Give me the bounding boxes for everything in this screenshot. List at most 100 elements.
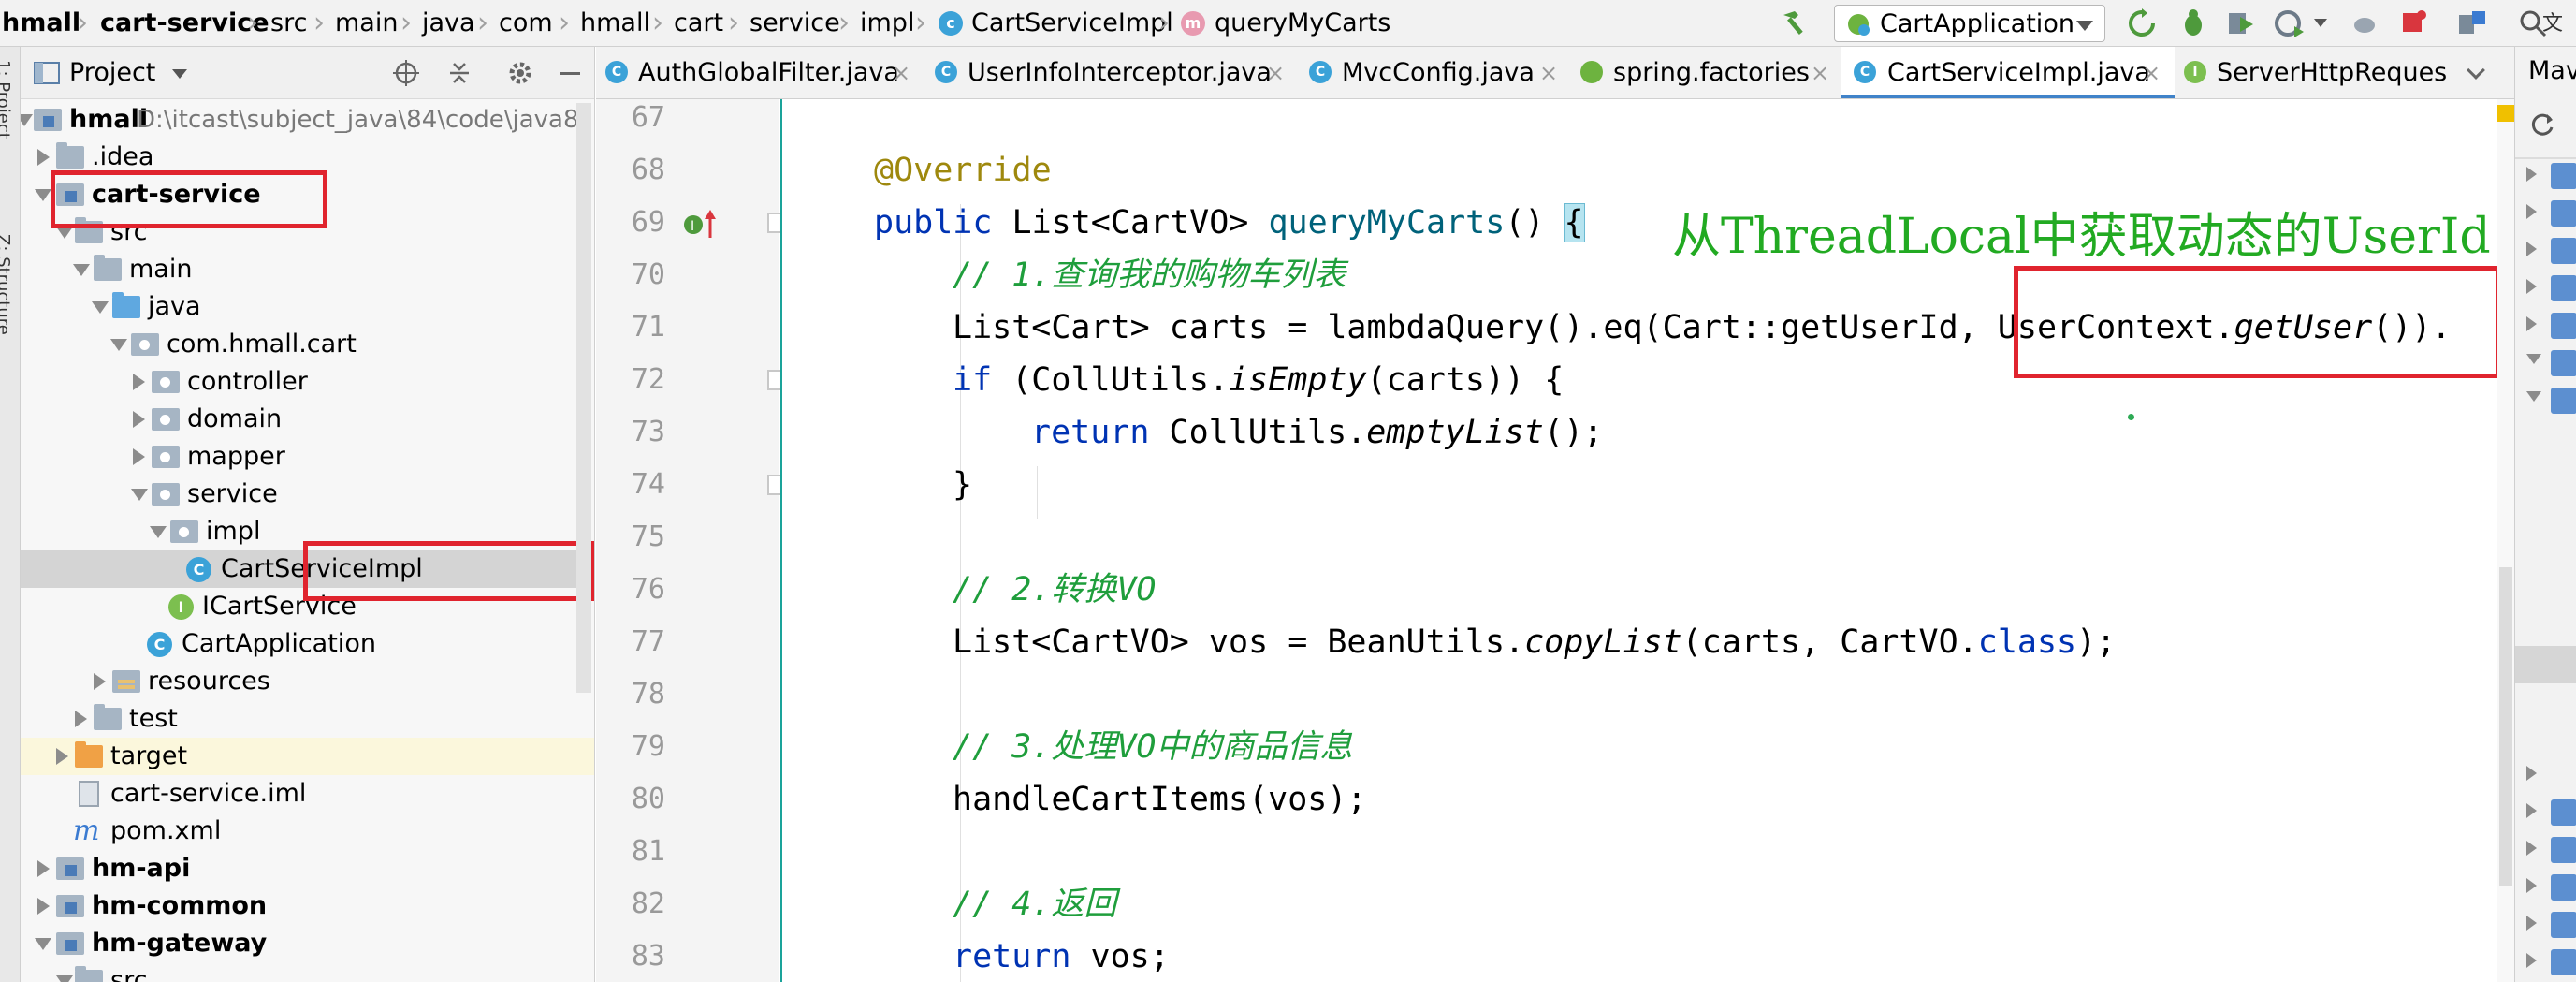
- tree-item-main[interactable]: main: [21, 251, 594, 288]
- collapse-arrow-icon[interactable]: [56, 748, 68, 765]
- expand-arrow-icon[interactable]: [35, 938, 51, 950]
- collapse-arrow-icon[interactable]: [37, 898, 50, 915]
- minimize-icon[interactable]: [560, 72, 580, 75]
- tree-item-cartapplication[interactable]: C CartApplication: [21, 625, 594, 663]
- collapse-arrow-icon[interactable]: [94, 673, 106, 690]
- breadcrumb-method[interactable]: queryMyCarts: [1215, 0, 1390, 47]
- expand-arrow-icon[interactable]: [56, 975, 73, 982]
- locate-file-icon[interactable]: [393, 60, 419, 86]
- tree-item-hm-api[interactable]: hm-api: [21, 850, 594, 887]
- collapse-arrow-icon[interactable]: [2526, 316, 2537, 331]
- attach-debugger-icon[interactable]: [2349, 7, 2380, 39]
- expand-arrow-icon[interactable]: [131, 489, 148, 501]
- close-icon[interactable]: ×: [1266, 47, 1285, 98]
- breadcrumb-hmall-pkg[interactable]: hmall: [580, 0, 650, 47]
- run-configuration-select[interactable]: CartApplication: [1834, 5, 2105, 42]
- collapse-arrow-icon[interactable]: [2526, 204, 2537, 219]
- run-with-coverage-icon[interactable]: [2225, 7, 2257, 39]
- maven-module-icon[interactable]: [2551, 238, 2576, 264]
- expand-arrow-icon[interactable]: [2526, 354, 2541, 364]
- tree-item-hm-gateway[interactable]: hm-gateway: [21, 925, 594, 962]
- collapse-arrow-icon[interactable]: [2526, 841, 2537, 856]
- maven-panel-title[interactable]: Mav: [2528, 56, 2576, 85]
- stop-icon[interactable]: [2397, 7, 2429, 39]
- maven-module-icon[interactable]: [2551, 275, 2576, 301]
- collapse-arrow-icon[interactable]: [37, 860, 50, 877]
- collapse-arrow-icon[interactable]: [2526, 167, 2537, 182]
- breadcrumb-service[interactable]: service: [750, 0, 840, 47]
- collapse-arrow-icon[interactable]: [2526, 878, 2537, 893]
- collapse-arrow-icon[interactable]: [2526, 953, 2537, 968]
- rerun-icon[interactable]: [2126, 7, 2158, 39]
- maven-module-icon[interactable]: [2551, 799, 2576, 826]
- tab-spring-factories[interactable]: spring.factories ×: [1571, 47, 1841, 98]
- collapse-arrow-icon[interactable]: [2526, 803, 2537, 818]
- tree-item-domain[interactable]: domain: [21, 401, 594, 438]
- maven-module-icon[interactable]: [2551, 388, 2576, 414]
- collapse-arrow-icon[interactable]: [133, 448, 145, 465]
- breadcrumb-main[interactable]: main: [335, 0, 398, 47]
- expand-arrow-icon[interactable]: [73, 264, 90, 276]
- collapse-arrow-icon[interactable]: [37, 149, 50, 166]
- maven-module-icon[interactable]: [2551, 837, 2576, 863]
- project-tool-window-tab[interactable]: 1: Project: [0, 60, 13, 139]
- project-panel-title[interactable]: Project: [69, 47, 155, 99]
- tab-userinfointerceptor[interactable]: C UserInfoInterceptor.java ×: [925, 47, 1300, 98]
- tree-item-src[interactable]: src: [21, 962, 594, 982]
- close-icon[interactable]: ×: [2142, 47, 2161, 98]
- tree-item-java[interactable]: java: [21, 288, 594, 326]
- breadcrumb-cart[interactable]: cart: [674, 0, 723, 47]
- tree-item-com-hmall-cart[interactable]: com.hmall.cart: [21, 326, 594, 363]
- structure-tool-window-tab[interactable]: Z: Structure: [0, 234, 13, 335]
- profile-icon[interactable]: [2274, 7, 2306, 39]
- close-icon[interactable]: ×: [1811, 47, 1829, 98]
- collapse-arrow-icon[interactable]: [75, 711, 87, 727]
- maven-module-icon[interactable]: [2551, 350, 2576, 376]
- expand-arrow-icon[interactable]: [2526, 391, 2541, 402]
- breadcrumb-src[interactable]: src: [270, 0, 307, 47]
- collapse-arrow-icon[interactable]: [2526, 242, 2537, 256]
- expand-arrow-icon[interactable]: [150, 526, 167, 538]
- tree-item-hm-common[interactable]: hm-common: [21, 887, 594, 925]
- close-icon[interactable]: ×: [1539, 47, 1558, 98]
- collapse-arrow-icon[interactable]: [133, 374, 145, 390]
- tab-cartserviceimpl[interactable]: C CartServiceImpl.java ×: [1841, 47, 2175, 98]
- scrollbar-thumb[interactable]: [2499, 567, 2512, 886]
- expand-arrow-icon[interactable]: [21, 114, 33, 126]
- chevron-down-icon[interactable]: [2314, 19, 2327, 27]
- tree-item-pom-xml[interactable]: m pom.xml: [21, 813, 594, 850]
- expand-arrow-icon[interactable]: [110, 339, 127, 351]
- collapse-arrow-icon[interactable]: [2526, 766, 2537, 781]
- tab-serverhttprequest[interactable]: I ServerHttpRequest.c: [2175, 47, 2446, 98]
- selected-row[interactable]: [2515, 646, 2576, 683]
- tree-scrollbar[interactable]: [576, 103, 591, 693]
- collapse-all-icon[interactable]: [446, 60, 473, 86]
- implements-method-icon[interactable]: I: [682, 206, 720, 240]
- tree-item-resources[interactable]: resources: [21, 663, 594, 700]
- tree-item-service[interactable]: service: [21, 476, 594, 513]
- tree-item-hmall[interactable]: hmall D:\itcast\subject_java\84\code\jav…: [21, 101, 594, 139]
- breadcrumb-java[interactable]: java: [422, 0, 475, 47]
- expand-arrow-icon[interactable]: [92, 301, 109, 314]
- translate-icon[interactable]: 文: [2540, 7, 2572, 39]
- maven-module-icon[interactable]: [2551, 313, 2576, 339]
- maven-module-icon[interactable]: [2551, 200, 2576, 227]
- warning-marker-icon[interactable]: [2497, 105, 2514, 122]
- tab-mvcconfig[interactable]: C MvcConfig.java ×: [1300, 47, 1571, 98]
- breadcrumb-class[interactable]: CartServiceImpl: [971, 0, 1173, 47]
- refresh-icon[interactable]: [2528, 110, 2556, 139]
- collapse-arrow-icon[interactable]: [133, 411, 145, 428]
- build-hammer-icon[interactable]: [1778, 7, 1810, 39]
- breadcrumb-com[interactable]: com: [499, 0, 553, 47]
- tree-item-test[interactable]: test: [21, 700, 594, 738]
- maven-module-icon[interactable]: [2551, 912, 2576, 938]
- debug-bug-icon[interactable]: [2177, 7, 2209, 39]
- gear-icon[interactable]: [507, 60, 533, 86]
- breadcrumb-impl[interactable]: impl: [860, 0, 914, 47]
- tab-overflow-chevron-icon[interactable]: [2467, 61, 2485, 80]
- maven-module-icon[interactable]: [2551, 874, 2576, 901]
- close-icon[interactable]: ×: [892, 47, 910, 98]
- maven-module-icon[interactable]: [2551, 949, 2576, 975]
- maven-module-icon[interactable]: [2551, 163, 2576, 189]
- tree-item-controller[interactable]: controller: [21, 363, 594, 401]
